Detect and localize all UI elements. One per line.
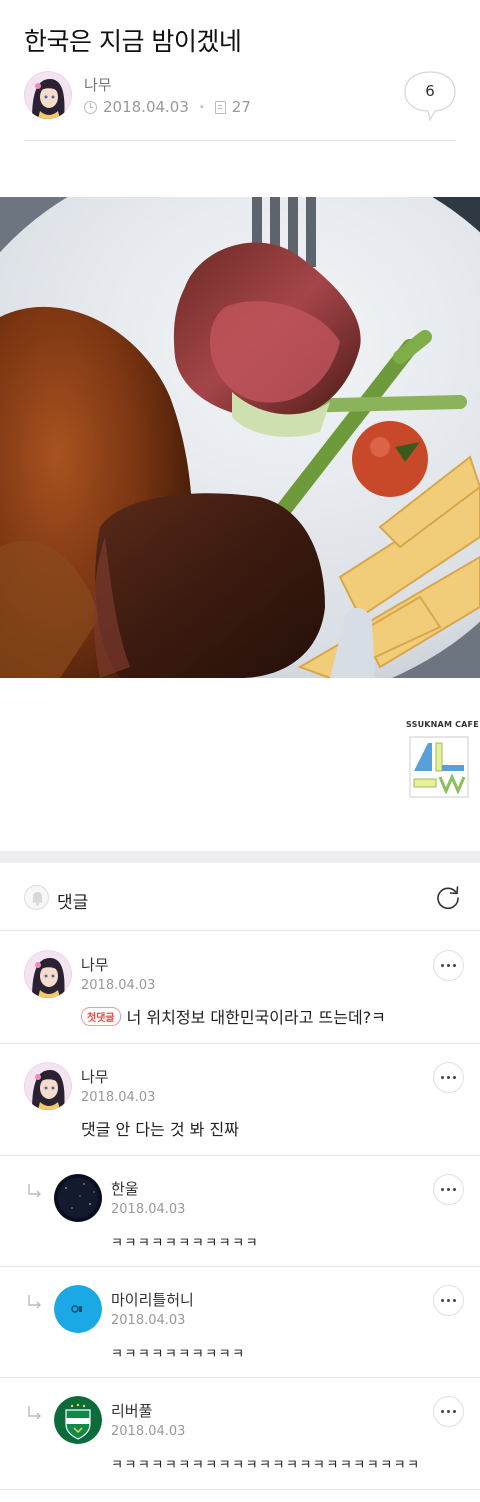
- clock-icon: [84, 100, 97, 114]
- more-options-button[interactable]: [433, 950, 464, 981]
- commenter-name[interactable]: 마이리틀허니: [111, 1289, 194, 1310]
- section-separator: [0, 851, 480, 863]
- reply-arrow-icon: [28, 1406, 41, 1420]
- comment-text: ㅋㅋㅋㅋㅋㅋㅋㅋㅋㅋㅋㅋㅋㅋㅋㅋㅋㅋㅋㅋㅋㅋㅋ: [111, 1458, 421, 1473]
- commenter-name[interactable]: 나무: [81, 1066, 109, 1087]
- header-divider: [24, 140, 456, 141]
- comment-text-row: 첫댓글 너 위치정보 대한민국이라고 뜨는데?ㅋ: [81, 1004, 386, 1028]
- more-options-button[interactable]: [433, 1285, 464, 1316]
- comments-header: 댓글: [0, 863, 480, 931]
- post-meta: 2018.04.03 • 27: [84, 98, 251, 116]
- steak-photo[interactable]: [0, 197, 480, 678]
- reply-item: 마이리틀허니 2018.04.03 ㅋㅋㅋㅋㅋㅋㅋㅋㅋㅋ: [0, 1267, 480, 1378]
- comment-item: 나무 2018.04.03 댓글 안 다는 것 봐 진짜: [0, 1044, 480, 1156]
- commenter-avatar[interactable]: [54, 1396, 102, 1444]
- comment-text: 댓글 안 다는 것 봐 진짜: [81, 1120, 239, 1139]
- post-title: 한국은 지금 밤이겠네: [24, 27, 242, 56]
- author-avatar[interactable]: [24, 71, 72, 119]
- comments-label: 댓글: [57, 893, 89, 913]
- comment-text: 너 위치정보 대한민국이라고 뜨는데?ㅋ: [126, 1008, 386, 1027]
- commenter-name[interactable]: 나무: [81, 954, 109, 975]
- reply-item: 리버풀 2018.04.03 ㅋㅋㅋㅋㅋㅋㅋㅋㅋㅋㅋㅋㅋㅋㅋㅋㅋㅋㅋㅋㅋㅋㅋ: [0, 1378, 480, 1490]
- post-views: 27: [231, 98, 251, 116]
- comment-date: 2018.04.03: [81, 978, 156, 993]
- views-icon: [214, 100, 226, 114]
- comment-date: 2018.04.03: [111, 1424, 186, 1439]
- commenter-avatar[interactable]: [54, 1174, 102, 1222]
- bell-icon[interactable]: [24, 885, 49, 910]
- reply-arrow-icon: [28, 1184, 41, 1198]
- commenter-name[interactable]: 한울: [111, 1178, 139, 1199]
- more-options-button[interactable]: [433, 1174, 464, 1205]
- comment-date: 2018.04.03: [81, 1090, 156, 1105]
- watermark-logo: [409, 736, 469, 798]
- watermark-text: SSUKNAM CAFE: [406, 720, 479, 729]
- comment-count-button[interactable]: 6: [404, 71, 456, 121]
- comment-text: ㅋㅋㅋㅋㅋㅋㅋㅋㅋㅋ: [111, 1347, 246, 1362]
- reply-arrow-icon: [28, 1295, 41, 1309]
- comment-count: 6: [425, 82, 435, 100]
- commenter-avatar[interactable]: [24, 1062, 72, 1110]
- comment-item: 나무 2018.04.03 첫댓글 너 위치정보 대한민국이라고 뜨는데?ㅋ: [0, 932, 480, 1044]
- post-author-block: 나무 2018.04.03 • 27 6: [24, 71, 456, 121]
- commenter-name[interactable]: 리버풀: [111, 1400, 152, 1421]
- more-options-button[interactable]: [433, 1396, 464, 1427]
- reply-item: 한울 2018.04.03 ㅋㅋㅋㅋㅋㅋㅋㅋㅋㅋㅋ: [0, 1156, 480, 1267]
- comment-date: 2018.04.03: [111, 1313, 186, 1328]
- refresh-icon[interactable]: [434, 884, 462, 912]
- cafe-watermark: SSUKNAM CAFE: [406, 720, 479, 804]
- author-name[interactable]: 나무: [84, 74, 112, 95]
- comment-date: 2018.04.03: [111, 1202, 186, 1217]
- commenter-avatar[interactable]: [24, 950, 72, 998]
- post-date: 2018.04.03: [103, 98, 189, 116]
- meta-separator: •: [198, 101, 205, 113]
- more-options-button[interactable]: [433, 1062, 464, 1093]
- comment-text: ㅋㅋㅋㅋㅋㅋㅋㅋㅋㅋㅋ: [111, 1236, 260, 1251]
- first-comment-badge: 첫댓글: [81, 1006, 121, 1026]
- commenter-avatar[interactable]: [54, 1285, 102, 1333]
